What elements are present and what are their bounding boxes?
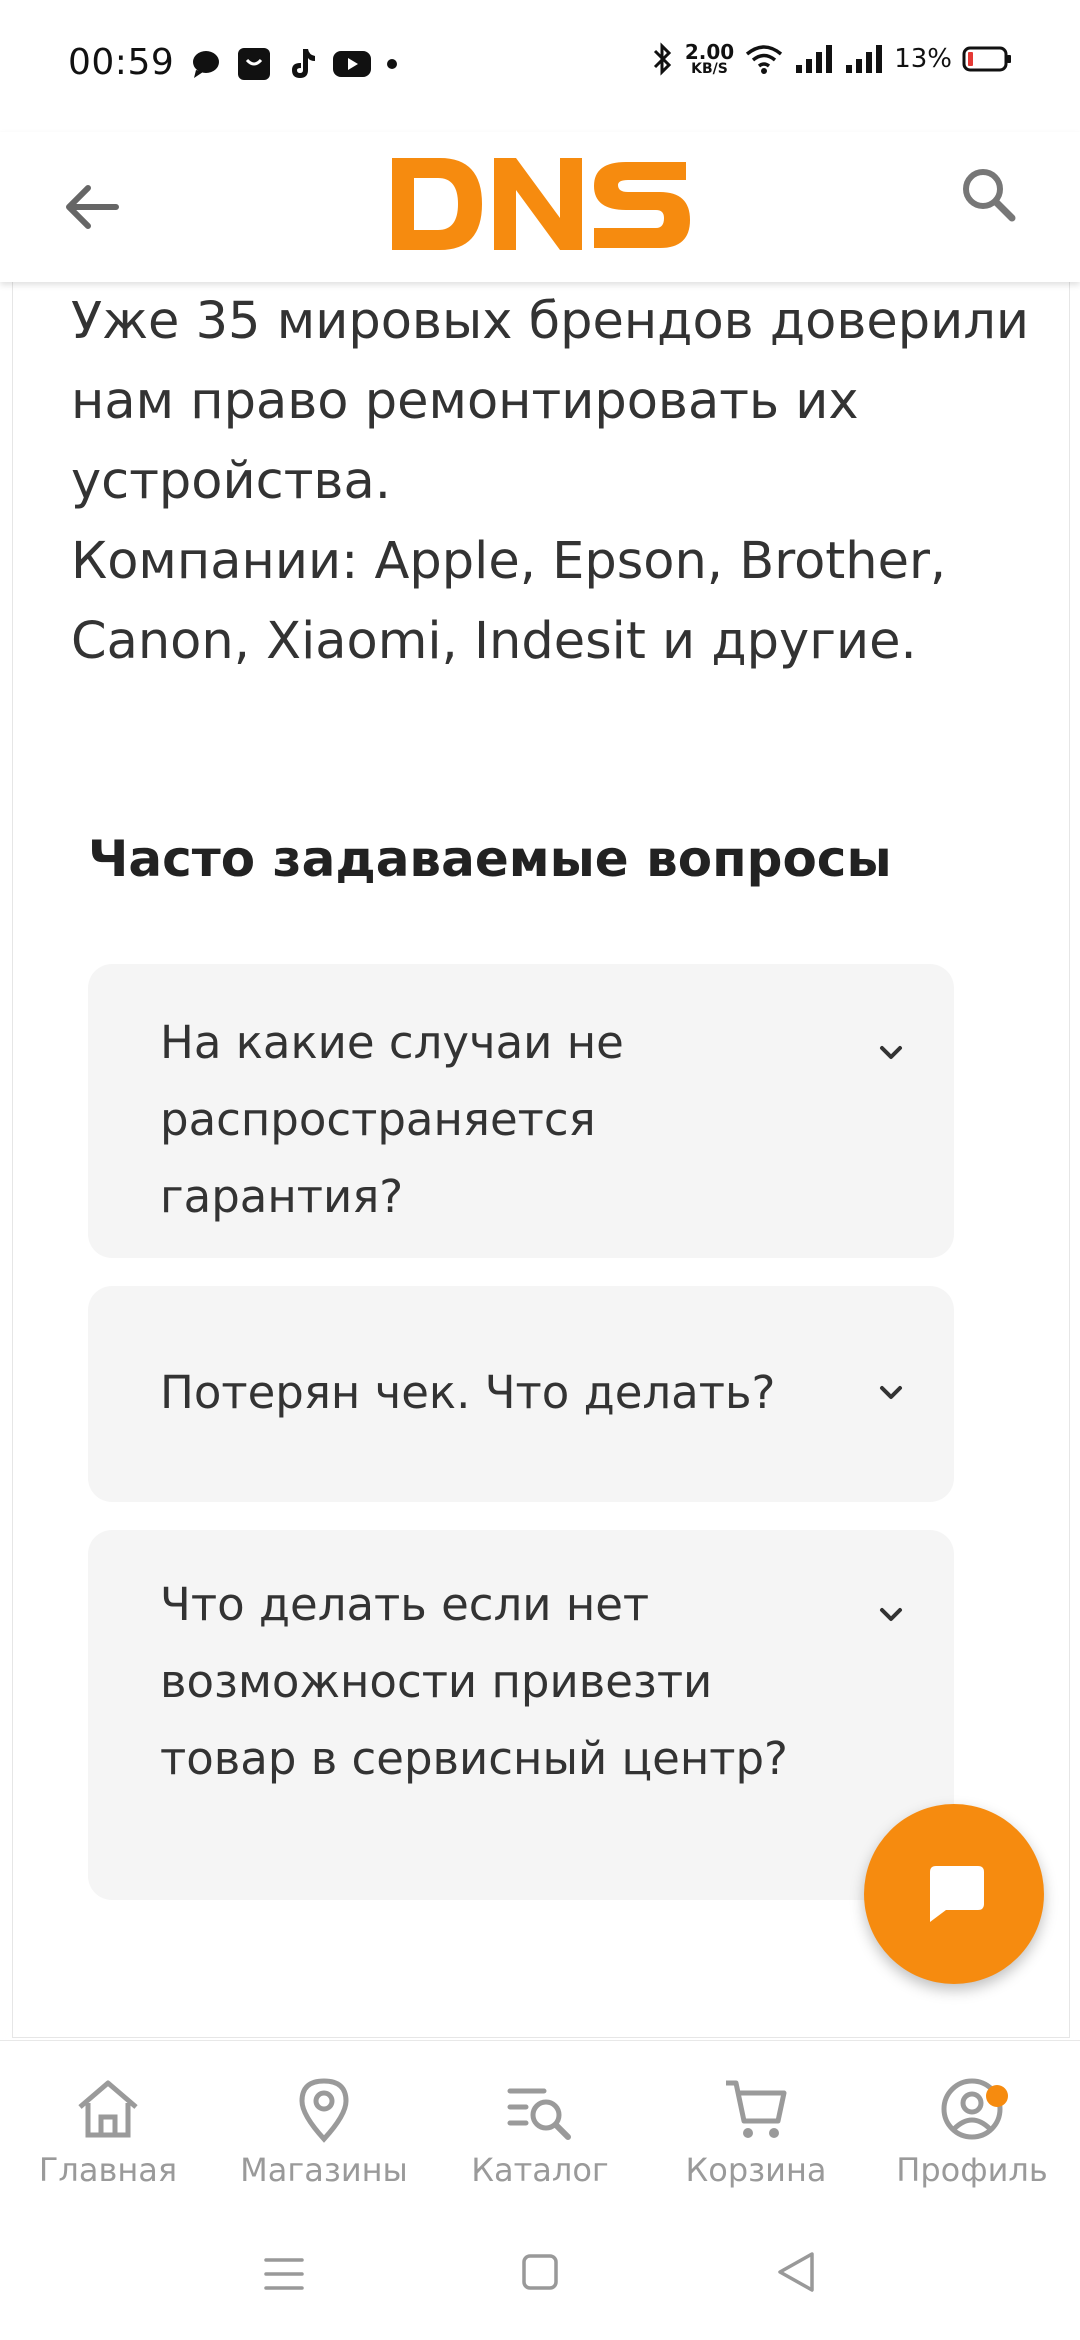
nav-item-home[interactable]: Главная (0, 2041, 216, 2209)
bluetooth-icon (653, 42, 671, 76)
signal-icon-2 (846, 45, 883, 73)
battery-percent: 13% (894, 44, 952, 74)
back-arrow-icon[interactable] (62, 182, 122, 232)
youtube-icon (333, 51, 371, 77)
intro-paragraph-brands: Уже 35 мировых брендов доверили нам прав… (71, 292, 1030, 511)
status-bar: 00:59 2.00 KB/S 13% (0, 0, 1080, 132)
nav-label: Корзина (685, 2151, 827, 2189)
bottom-nav: Главная Магазины Каталог Корзина Профиль (0, 2040, 1080, 2210)
intro-text: Уже 35 мировых брендов доверили нам прав… (71, 282, 1031, 682)
tiktok-icon (292, 49, 315, 78)
home-square-icon[interactable] (520, 2252, 560, 2292)
nav-label: Главная (38, 2151, 178, 2189)
map-pin-icon (299, 2078, 349, 2143)
nav-item-stores[interactable]: Магазины (216, 2041, 432, 2209)
shopping-bag-icon (238, 48, 270, 80)
faq-title: Часто задаваемые вопросы (88, 830, 892, 888)
nav-label: Магазины (240, 2151, 408, 2189)
faq-item-lost-receipt[interactable]: Потерян чек. Что делать? (88, 1286, 954, 1502)
system-nav-bar (0, 2208, 1080, 2340)
nav-item-catalog[interactable]: Каталог (432, 2041, 648, 2209)
menu-icon[interactable] (262, 2254, 306, 2294)
search-icon[interactable] (958, 164, 1018, 224)
catalog-search-icon (507, 2088, 571, 2140)
nav-label: Каталог (471, 2151, 609, 2189)
nav-label: Профиль (896, 2151, 1048, 2189)
more-dot-icon (387, 59, 397, 69)
battery-icon (962, 46, 1011, 72)
status-time: 00:59 (68, 42, 175, 83)
faq-question: Что делать если нет возможности привезти… (160, 1578, 788, 1785)
signal-icon (796, 45, 833, 73)
chevron-down-icon (880, 1386, 902, 1399)
chat-icon (930, 1866, 984, 1922)
notification-dot (986, 2085, 1008, 2107)
network-speed-value: 2.00 (684, 40, 735, 64)
faq-item-warranty[interactable]: На какие случаи не распространяется гара… (88, 964, 954, 1258)
chevron-down-icon (880, 1046, 902, 1059)
back-triangle-icon[interactable] (774, 2250, 818, 2294)
network-speed-unit: KB/S (691, 61, 728, 77)
chat-bubble-icon (193, 51, 219, 78)
content-card: Уже 35 мировых брендов доверили нам прав… (12, 282, 1070, 2038)
intro-paragraph-companies: Компании: Apple, Epson, Brother, Canon, … (71, 532, 947, 671)
nav-item-cart[interactable]: Корзина (648, 2041, 864, 2209)
wifi-icon (746, 45, 783, 74)
faq-question: Потерян чек. Что делать? (160, 1366, 776, 1419)
status-right: 2.00 KB/S 13% (651, 42, 1012, 76)
app-header (0, 132, 1080, 282)
chat-button[interactable] (864, 1804, 1044, 1984)
network-speed: 2.00 KB/S (685, 42, 734, 76)
chevron-down-icon (880, 1608, 902, 1621)
faq-item-delivery[interactable]: Что делать если нет возможности привезти… (88, 1530, 954, 1900)
nav-item-profile[interactable]: Профиль (864, 2041, 1080, 2209)
cart-icon (726, 2080, 787, 2138)
home-icon (78, 2080, 138, 2138)
faq-question: На какие случаи не распространяется гара… (160, 1016, 624, 1223)
dns-logo[interactable] (388, 148, 692, 260)
notification-icons (190, 46, 398, 82)
profile-icon (941, 2078, 1003, 2140)
